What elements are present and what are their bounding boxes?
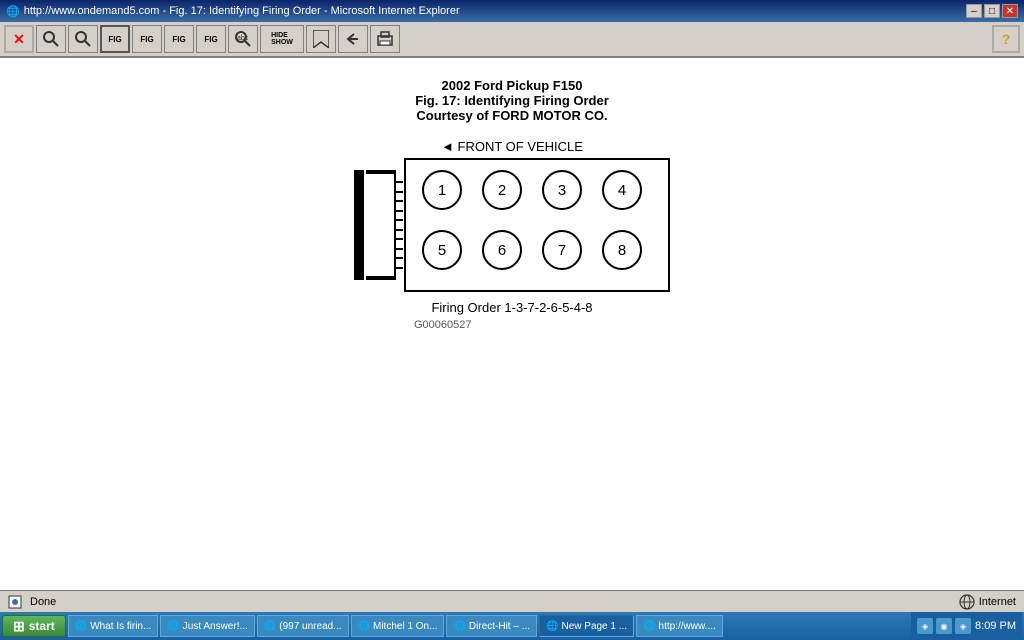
tick bbox=[396, 200, 403, 202]
tick bbox=[396, 238, 403, 240]
svg-text:abc: abc bbox=[237, 35, 249, 42]
fig-button-1[interactable]: FIG bbox=[100, 25, 130, 53]
find-button[interactable]: abc bbox=[228, 25, 258, 53]
engine-wrapper: 1 2 3 4 5 6 7 8 bbox=[354, 158, 670, 292]
taskbar-item-2[interactable]: 🌐 (997 unread... bbox=[257, 615, 349, 637]
tick bbox=[396, 219, 403, 221]
hide-show-button[interactable]: HIDESHOW bbox=[260, 25, 304, 53]
window-title: http://www.ondemand5.com - Fig. 17: Iden… bbox=[24, 5, 460, 17]
fig-title: Fig. 17: Identifying Firing Order bbox=[415, 93, 609, 108]
maximize-button[interactable]: □ bbox=[984, 4, 1000, 18]
bot-horiz bbox=[366, 276, 394, 280]
start-button[interactable]: ⊞ start bbox=[2, 615, 66, 637]
ie-icon-2: 🌐 bbox=[264, 621, 276, 632]
status-text: Done bbox=[30, 596, 56, 608]
cylinder-8: 8 bbox=[602, 230, 642, 270]
help-button[interactable]: ? bbox=[992, 25, 1020, 53]
task-label-3: Mitchel 1 On... bbox=[373, 621, 437, 632]
tray-icon-1: ◈ bbox=[917, 618, 933, 634]
tick-strip bbox=[394, 170, 404, 280]
stop-button[interactable]: ✕ bbox=[4, 25, 34, 53]
diagram: ◄ FRONT OF VEHICLE bbox=[354, 139, 670, 331]
search-button-2[interactable] bbox=[68, 25, 98, 53]
ie-icon-6: 🌐 bbox=[643, 621, 655, 632]
left-connector bbox=[354, 170, 404, 280]
tick bbox=[396, 267, 403, 269]
tick bbox=[396, 181, 403, 183]
cylinder-7: 7 bbox=[542, 230, 582, 270]
tray-icon-2: ◉ bbox=[936, 618, 952, 634]
task-label-6: http://www.... bbox=[659, 621, 716, 632]
cylinder-1: 1 bbox=[422, 170, 462, 210]
ie-icon-5: 🌐 bbox=[546, 621, 558, 632]
taskbar-right: ◈ ◉ ◈ 8:09 PM bbox=[911, 612, 1022, 640]
tick bbox=[396, 229, 403, 231]
print-button[interactable] bbox=[370, 25, 400, 53]
start-label: start bbox=[29, 619, 55, 633]
courtesy-line: Courtesy of FORD MOTOR CO. bbox=[415, 108, 609, 123]
part-number: G00060527 bbox=[414, 319, 472, 331]
clock: 8:09 PM bbox=[975, 620, 1016, 632]
taskbar-item-6[interactable]: 🌐 http://www.... bbox=[636, 615, 723, 637]
fig-button-3[interactable]: FIG bbox=[164, 25, 194, 53]
task-label-2: (997 unread... bbox=[279, 621, 341, 632]
task-label-1: Just Answer!... bbox=[183, 621, 248, 632]
task-label-4: Direct-Hit – ... bbox=[469, 621, 530, 632]
task-label-0: What Is firin... bbox=[90, 621, 151, 632]
page-icon bbox=[8, 595, 22, 609]
taskbar-item-0[interactable]: 🌐 What Is firin... bbox=[68, 615, 159, 637]
tick bbox=[396, 248, 403, 250]
title-bar-left: 🌐 http://www.ondemand5.com - Fig. 17: Id… bbox=[6, 5, 460, 18]
status-bar: Done Internet bbox=[0, 590, 1024, 612]
page-title: 2002 Ford Pickup F150 Fig. 17: Identifyi… bbox=[415, 78, 609, 123]
search-button-1[interactable] bbox=[36, 25, 66, 53]
top-horiz bbox=[366, 170, 394, 174]
ie-icon-3: 🌐 bbox=[358, 621, 370, 632]
taskbar-item-3[interactable]: 🌐 Mitchel 1 On... bbox=[351, 615, 445, 637]
taskbar-item-5[interactable]: 🌐 New Page 1 ... bbox=[539, 615, 634, 637]
cylinder-5: 5 bbox=[422, 230, 462, 270]
title-bar: 🌐 http://www.ondemand5.com - Fig. 17: Id… bbox=[0, 0, 1024, 22]
internet-label: Internet bbox=[959, 594, 1016, 610]
minimize-button[interactable]: – bbox=[966, 4, 982, 18]
cylinder-3: 3 bbox=[542, 170, 582, 210]
ie-icon-4: 🌐 bbox=[453, 621, 465, 632]
tick bbox=[396, 210, 403, 212]
close-button[interactable]: ✕ bbox=[1002, 4, 1018, 18]
task-label-5: New Page 1 ... bbox=[561, 621, 627, 632]
vert-bar bbox=[354, 170, 364, 280]
front-label: ◄ FRONT OF VEHICLE bbox=[441, 139, 583, 154]
tick bbox=[396, 191, 403, 193]
tray-icon-3: ◈ bbox=[955, 618, 971, 634]
taskbar-item-1[interactable]: 🌐 Just Answer!... bbox=[160, 615, 254, 637]
system-tray: ◈ ◉ ◈ bbox=[917, 618, 971, 634]
vehicle-title: 2002 Ford Pickup F150 bbox=[415, 78, 609, 93]
taskbar-item-4[interactable]: 🌐 Direct-Hit – ... bbox=[446, 615, 537, 637]
engine-box: 1 2 3 4 5 6 7 8 bbox=[404, 158, 670, 292]
fig-button-4[interactable]: FIG bbox=[196, 25, 226, 53]
h-connector bbox=[366, 170, 394, 280]
toolbar: ✕ FIG FIG FIG FIG abc HIDESHOW ? bbox=[0, 22, 1024, 58]
back-button[interactable] bbox=[338, 25, 368, 53]
taskbar: ⊞ start 🌐 What Is firin... 🌐 Just Answer… bbox=[0, 612, 1024, 640]
content-area: 2002 Ford Pickup F150 Fig. 17: Identifyi… bbox=[0, 58, 1024, 590]
title-bar-controls[interactable]: – □ ✕ bbox=[966, 4, 1018, 18]
globe-icon bbox=[959, 594, 975, 610]
zone-text: Internet bbox=[979, 596, 1016, 608]
ie-icon-1: 🌐 bbox=[167, 621, 179, 632]
cylinder-2: 2 bbox=[482, 170, 522, 210]
tick bbox=[396, 257, 403, 259]
fig-button-2[interactable]: FIG bbox=[132, 25, 162, 53]
cylinder-4: 4 bbox=[602, 170, 642, 210]
firing-order: Firing Order 1-3-7-2-6-5-4-8 bbox=[431, 300, 592, 315]
cylinder-6: 6 bbox=[482, 230, 522, 270]
ie-icon-0: 🌐 bbox=[75, 621, 87, 632]
bookmark-button[interactable] bbox=[306, 25, 336, 53]
